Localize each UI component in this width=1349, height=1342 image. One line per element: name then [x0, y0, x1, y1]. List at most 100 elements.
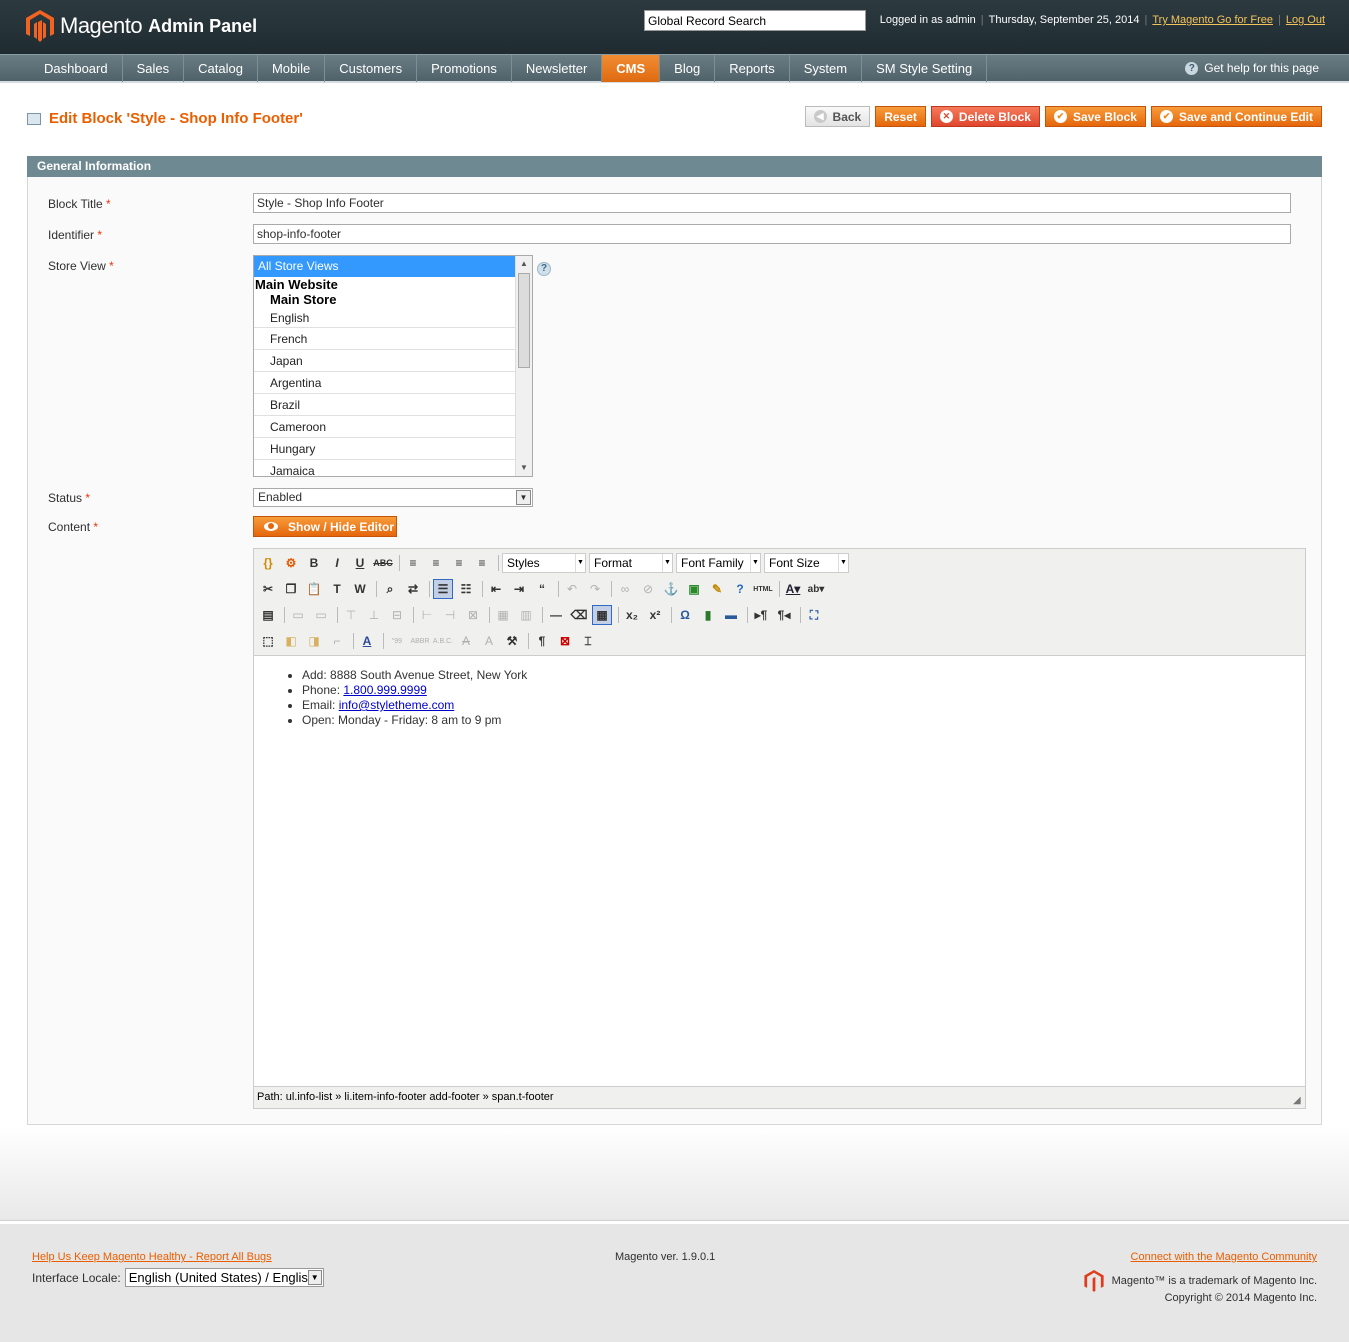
ltr-icon[interactable]: ▸¶ — [751, 605, 771, 625]
nav-item-dashboard[interactable]: Dashboard — [30, 55, 123, 82]
store-option-all[interactable]: All Store Views — [254, 256, 516, 277]
find-icon[interactable]: ⌕ — [380, 579, 400, 599]
help-link[interactable]: ? Get help for this page — [1185, 55, 1319, 82]
nav-item-reports[interactable]: Reports — [715, 55, 790, 82]
store-option-hungary[interactable]: Hungary — [254, 438, 516, 460]
insert-widget-icon[interactable]: ⚙ — [281, 553, 301, 573]
replace-icon[interactable]: ⇄ — [403, 579, 423, 599]
block-title-input[interactable]: Style - Shop Info Footer — [253, 193, 1291, 213]
nav-item-cms[interactable]: CMS — [602, 55, 661, 82]
email-link[interactable]: info@styletheme.com — [339, 698, 455, 712]
nav-item-sm-style-setting[interactable]: SM Style Setting — [862, 55, 988, 82]
store-option-cameroon[interactable]: Cameroon — [254, 416, 516, 438]
identifier-input[interactable]: shop-info-footer — [253, 224, 1291, 244]
page-break-icon[interactable]: ⌶ — [578, 631, 598, 651]
back-button[interactable]: ◀ Back — [804, 106, 871, 127]
bold-icon[interactable]: B — [304, 553, 324, 573]
styles-select[interactable]: Styles ▼ — [502, 553, 586, 573]
advanced-hr-icon[interactable]: ▬ — [721, 605, 741, 625]
store-option-french[interactable]: French — [254, 328, 516, 350]
scroll-thumb[interactable] — [518, 273, 530, 368]
phone-link[interactable]: 1.800.999.9999 — [343, 683, 426, 697]
acronym-icon[interactable]: A.B.C. — [433, 631, 453, 651]
show-hide-editor-button[interactable]: Show / Hide Editor — [253, 516, 397, 537]
global-search-input[interactable] — [644, 10, 866, 31]
save-block-button[interactable]: ✔ Save Block — [1044, 106, 1146, 127]
scroll-up-icon[interactable]: ▲ — [516, 256, 532, 272]
delete-col-icon[interactable]: ⊠ — [463, 605, 483, 625]
nav-item-promotions[interactable]: Promotions — [417, 55, 512, 82]
reset-button[interactable]: Reset — [875, 106, 926, 127]
store-view-scrollbar[interactable]: ▲ ▼ — [515, 256, 532, 476]
text-color-icon[interactable]: A▾ — [783, 579, 803, 599]
store-option-english[interactable]: English — [254, 308, 516, 328]
connect-community-link[interactable]: Connect with the Magento Community — [1131, 1251, 1317, 1263]
store-view-multiselect[interactable]: All Store Views Main Website Main Store … — [253, 255, 533, 477]
help-editor-icon[interactable]: ? — [730, 579, 750, 599]
delete-block-button[interactable]: ✕ Delete Block — [930, 106, 1040, 127]
locale-select[interactable]: English (United States) / English ▼ — [124, 1268, 324, 1287]
cut-icon[interactable]: ✂ — [258, 579, 278, 599]
logout-link[interactable]: Log Out — [1286, 14, 1325, 26]
merge-cells-icon[interactable]: ▥ — [516, 605, 536, 625]
blockquote-icon[interactable]: “ — [532, 579, 552, 599]
ins-icon[interactable]: A — [479, 631, 499, 651]
attribs-icon[interactable]: ⚒ — [502, 631, 522, 651]
insert-row-before-icon[interactable]: ⊤ — [341, 605, 361, 625]
cleanup-icon[interactable]: ✎ — [707, 579, 727, 599]
font-size-select[interactable]: Font Size ▼ — [764, 553, 849, 573]
store-option-japan[interactable]: Japan — [254, 350, 516, 372]
save-continue-button[interactable]: ✔ Save and Continue Edit — [1150, 106, 1322, 127]
move-forward-icon[interactable]: ◧ — [281, 631, 301, 651]
paste-word-icon[interactable]: W — [350, 579, 370, 599]
align-right-icon[interactable]: ≡ — [449, 553, 469, 573]
remove-format-icon[interactable]: ⌫ — [569, 605, 589, 625]
paste-text-icon[interactable]: T — [327, 579, 347, 599]
store-option-brazil[interactable]: Brazil — [254, 394, 516, 416]
fullscreen-icon[interactable]: ⛶ — [804, 605, 824, 625]
align-center-icon[interactable]: ≡ — [426, 553, 446, 573]
nav-item-newsletter[interactable]: Newsletter — [512, 55, 603, 82]
scroll-down-icon[interactable]: ▼ — [516, 460, 532, 476]
insert-col-after-icon[interactable]: ⊣ — [440, 605, 460, 625]
indent-icon[interactable]: ⇥ — [509, 579, 529, 599]
special-char-icon[interactable]: Ω — [675, 605, 695, 625]
magento-logo[interactable]: Magento Admin Panel — [26, 10, 257, 42]
anchor-icon[interactable]: ⚓ — [661, 579, 681, 599]
table-row-props-icon[interactable]: ▭ — [288, 605, 308, 625]
delete-row-icon[interactable]: ⊟ — [387, 605, 407, 625]
bullet-list-icon[interactable]: ☰ — [433, 579, 453, 599]
html-source-icon[interactable]: HTML — [753, 579, 773, 599]
visual-chars-icon[interactable]: ¶ — [532, 631, 552, 651]
background-color-icon[interactable]: ab▾ — [806, 579, 826, 599]
store-option-jamaica[interactable]: Jamaica — [254, 460, 516, 476]
nav-item-customers[interactable]: Customers — [325, 55, 418, 82]
font-family-select[interactable]: Font Family ▼ — [676, 553, 761, 573]
nav-item-blog[interactable]: Blog — [660, 55, 716, 82]
superscript-icon[interactable]: x² — [645, 605, 665, 625]
try-magento-link[interactable]: Try Magento Go for Free — [1152, 14, 1273, 26]
insert-col-before-icon[interactable]: ⊢ — [417, 605, 437, 625]
format-select[interactable]: Format ▼ — [589, 553, 673, 573]
resize-handle-icon[interactable]: ◢ — [1293, 1096, 1303, 1106]
move-backward-icon[interactable]: ◨ — [304, 631, 324, 651]
unlink-icon[interactable]: ⊘ — [638, 579, 658, 599]
horizontal-rule-icon[interactable]: — — [546, 605, 566, 625]
undo-icon[interactable]: ↶ — [562, 579, 582, 599]
link-icon[interactable]: ∞ — [615, 579, 635, 599]
align-left-icon[interactable]: ≡ — [403, 553, 423, 573]
insert-table-icon[interactable]: ▤ — [258, 605, 278, 625]
store-option-argentina[interactable]: Argentina — [254, 372, 516, 394]
media-icon[interactable]: ▮ — [698, 605, 718, 625]
paste-icon[interactable]: 📋 — [304, 579, 324, 599]
report-bugs-link[interactable]: Help Us Keep Magento Healthy - Report Al… — [32, 1251, 272, 1263]
cite-icon[interactable]: “99 — [387, 631, 407, 651]
image-icon[interactable]: ▣ — [684, 579, 704, 599]
outdent-icon[interactable]: ⇤ — [486, 579, 506, 599]
status-select[interactable]: Enabled ▼ — [253, 488, 533, 507]
strikethrough-icon[interactable]: ABC — [373, 553, 393, 573]
rtl-icon[interactable]: ¶◂ — [774, 605, 794, 625]
insert-variable-icon[interactable]: {} — [258, 553, 278, 573]
align-justify-icon[interactable]: ≡ — [472, 553, 492, 573]
insert-row-after-icon[interactable]: ⊥ — [364, 605, 384, 625]
